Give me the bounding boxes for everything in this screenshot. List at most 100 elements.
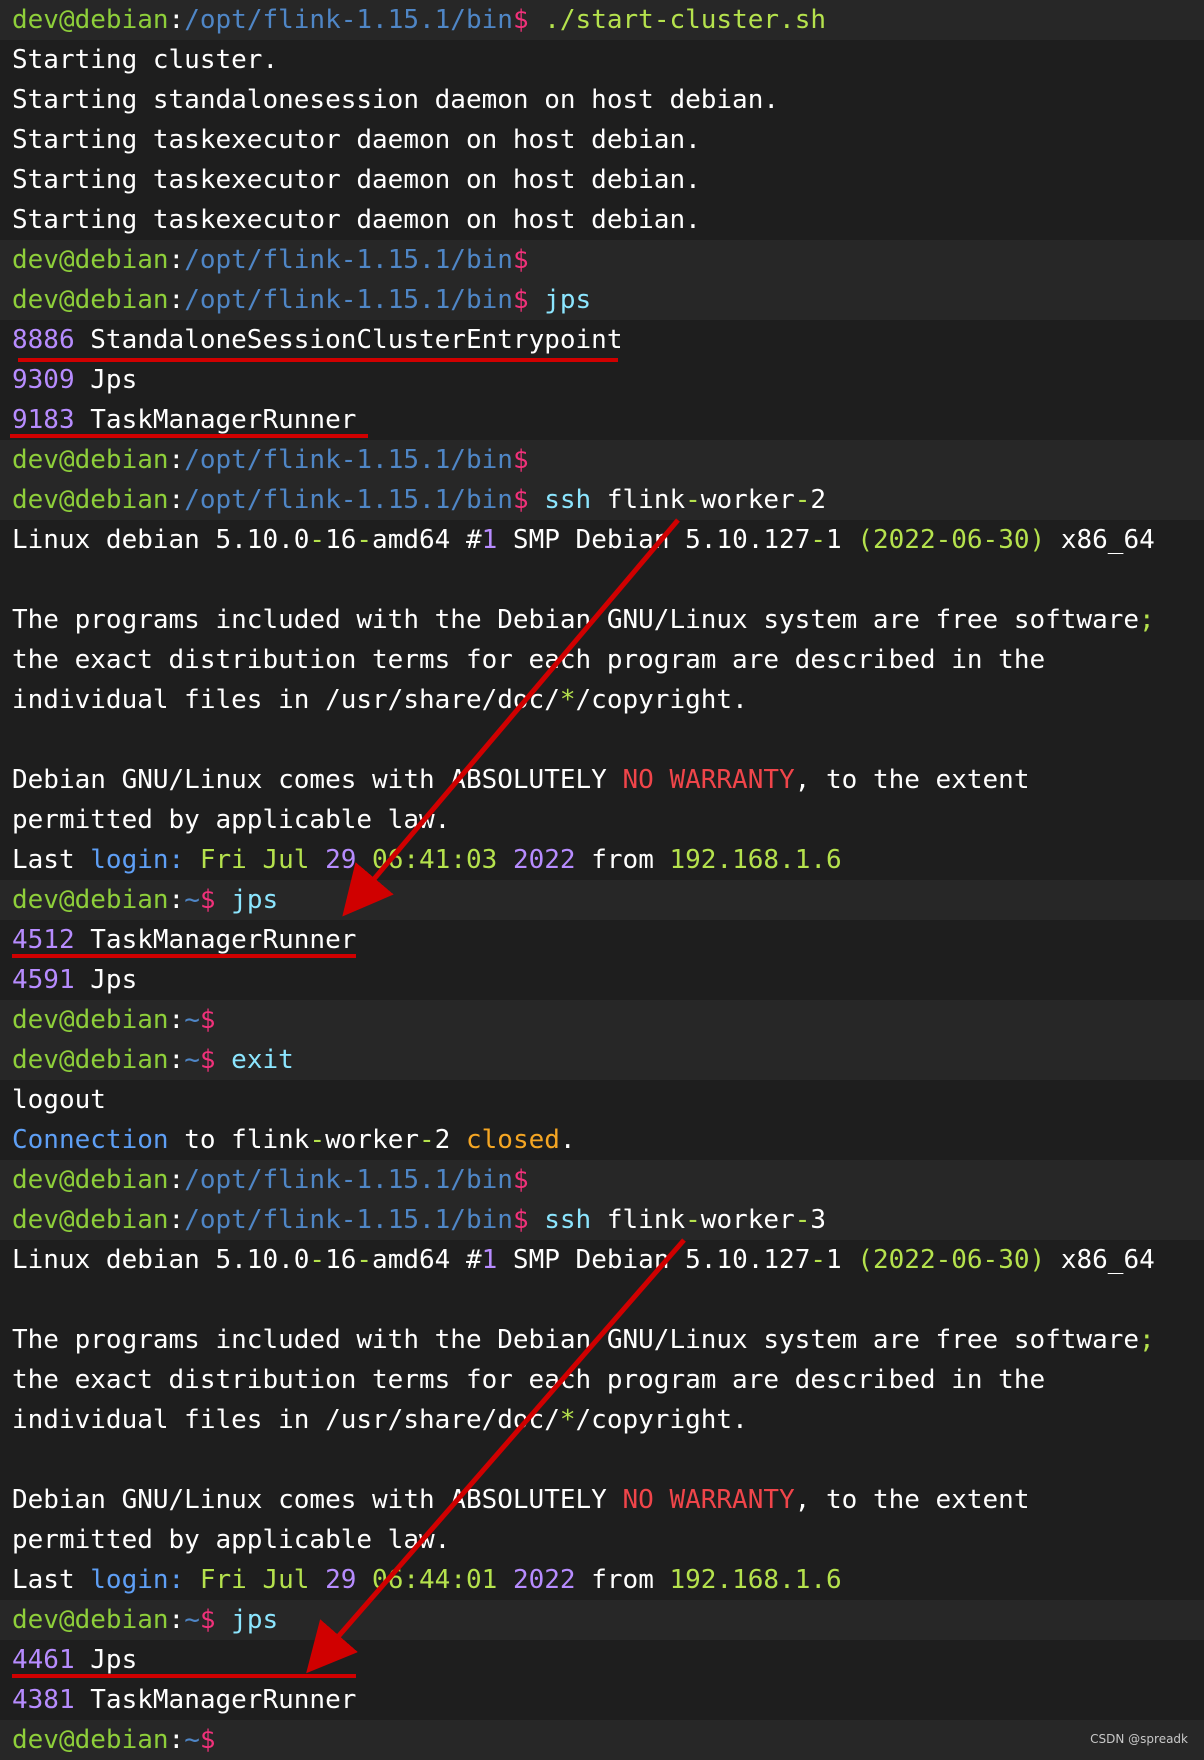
text-segment: 2022 <box>512 845 576 875</box>
text-segment: $ <box>512 445 529 475</box>
output-line: Connection to flink-worker-2 closed. <box>0 1120 1204 1160</box>
output-line: Linux debian 5.10.0-16-amd64 #1 SMP Debi… <box>0 520 1204 560</box>
output-line: individual files in /usr/share/doc/*/cop… <box>0 680 1204 720</box>
text-segment: individual files in /usr/share/doc/ <box>12 685 560 715</box>
text-segment: /opt/flink-1.15.1/bin <box>184 485 513 515</box>
text-segment: dev@debian <box>12 485 169 515</box>
output-line: The programs included with the Debian GN… <box>0 600 1204 640</box>
text-segment: $ <box>199 1725 216 1755</box>
prompt-line: dev@debian:/opt/flink-1.15.1/bin$ jps <box>0 280 1204 320</box>
text-segment: : <box>168 1165 185 1195</box>
text-segment: - <box>794 1205 811 1235</box>
prompt-line: dev@debian:/opt/flink-1.15.1/bin$ <box>0 1160 1204 1200</box>
text-segment: dev@debian <box>12 1165 169 1195</box>
text-segment: - <box>685 1205 701 1235</box>
text-segment: individual files in /usr/share/doc/ <box>12 1405 560 1435</box>
text-segment: dev@debian <box>12 1205 169 1235</box>
text-segment: from <box>575 845 670 875</box>
text-segment: , to the extent <box>794 765 1030 795</box>
text-segment: - <box>356 1245 373 1275</box>
text-segment: NO WARRANTY <box>622 1485 795 1515</box>
terminal-output[interactable]: dev@debian:/opt/flink-1.15.1/bin$ ./star… <box>0 0 1204 1760</box>
output-line: 4591 Jps <box>0 960 1204 1000</box>
text-segment: ~ <box>184 1725 200 1755</box>
text-segment: to flink <box>168 1125 310 1155</box>
text-segment: $ <box>199 1605 216 1635</box>
text-segment: login: <box>90 845 185 875</box>
text-segment: worker <box>700 1205 795 1235</box>
output-line: Debian GNU/Linux comes with ABSOLUTELY N… <box>0 1480 1204 1520</box>
text-segment: . <box>559 1125 576 1155</box>
text-segment: Last <box>12 1565 91 1595</box>
text-segment: Starting cluster. <box>12 45 279 75</box>
text-segment: 192.168.1.6 <box>669 845 842 875</box>
text-segment: Starting taskexecutor daemon on host deb… <box>12 125 701 155</box>
text-segment: 4381 <box>12 1685 75 1715</box>
text-segment: /opt/flink-1.15.1/bin <box>184 1205 513 1235</box>
text-segment: 4591 <box>12 965 75 995</box>
text-segment: jps <box>215 1605 279 1635</box>
text-segment: Jps <box>74 365 138 395</box>
text-segment: permitted by applicable law. <box>12 1525 451 1555</box>
output-line: permitted by applicable law. <box>0 1520 1204 1560</box>
text-segment: : <box>168 1205 185 1235</box>
text-segment: /opt/flink-1.15.1/bin <box>184 445 513 475</box>
output-line: Starting taskexecutor daemon on host deb… <box>0 200 1204 240</box>
text-segment: $ <box>512 1165 529 1195</box>
text-segment: Jps <box>74 965 138 995</box>
text-segment: - <box>309 1245 326 1275</box>
text-segment: 29 <box>325 845 357 875</box>
prompt-line: dev@debian:~$ jps <box>0 1600 1204 1640</box>
text-segment: Linux debian 5.10.0 <box>12 525 310 555</box>
prompt-line: dev@debian:~$ jps <box>0 880 1204 920</box>
text-segment: login: <box>90 1565 185 1595</box>
text-segment: : <box>168 1045 185 1075</box>
text-segment: ; <box>1139 605 1155 635</box>
text-segment: from <box>575 1565 670 1595</box>
text-segment: * <box>559 685 576 715</box>
text-segment: amd64 # <box>372 1245 482 1275</box>
prompt-line: dev@debian:/opt/flink-1.15.1/bin$ <box>0 240 1204 280</box>
text-segment: /opt/flink-1.15.1/bin <box>184 5 513 35</box>
text-segment: jps <box>215 885 279 915</box>
text-segment: /opt/flink-1.15.1/bin <box>184 1165 513 1195</box>
text-segment: 2022 <box>512 1565 576 1595</box>
output-line: the exact distribution terms for each pr… <box>0 1360 1204 1400</box>
text-segment: /opt/flink-1.15.1/bin <box>184 285 513 315</box>
text-segment: ssh <box>528 1205 592 1235</box>
text-segment: dev@debian <box>12 1005 169 1035</box>
text-segment: Starting standalonesession daemon on hos… <box>12 85 780 115</box>
output-line: The programs included with the Debian GN… <box>0 1320 1204 1360</box>
text-segment: : <box>168 485 185 515</box>
text-segment: : <box>168 1605 185 1635</box>
prompt-line: dev@debian:/opt/flink-1.15.1/bin$ <box>0 440 1204 480</box>
text-segment: 4461 <box>12 1645 75 1675</box>
text-segment: SMP Debian 5.10.127 <box>497 525 811 555</box>
text-segment: TaskManagerRunner <box>74 1685 357 1715</box>
text-segment: ssh <box>528 485 592 515</box>
output-line: logout <box>0 1080 1204 1120</box>
text-segment: : <box>168 285 185 315</box>
text-segment: logout <box>12 1085 106 1115</box>
text-segment: - <box>685 485 701 515</box>
text-segment: $ <box>512 285 529 315</box>
text-segment: - <box>794 485 811 515</box>
text-segment: /copyright. <box>575 685 748 715</box>
text-segment: $ <box>512 485 529 515</box>
text-segment: * <box>559 1405 576 1435</box>
text-segment: $ <box>512 1205 529 1235</box>
text-segment: : <box>168 1005 185 1035</box>
text-segment: 16 <box>325 1245 357 1275</box>
text-segment: - <box>309 525 326 555</box>
text-segment: (2022-06-30) <box>857 1245 1046 1275</box>
output-line: Last login: Fri Jul 29 06:44:01 2022 fro… <box>0 1560 1204 1600</box>
text-segment: $ <box>512 245 529 275</box>
text-segment: Fri Jul <box>184 1565 326 1595</box>
text-segment: - <box>810 1245 827 1275</box>
text-segment: $ <box>199 885 216 915</box>
text-segment: dev@debian <box>12 1725 169 1755</box>
text-segment: 06:44:01 <box>356 1565 513 1595</box>
text-segment: The programs included with the Debian GN… <box>12 1325 1140 1355</box>
